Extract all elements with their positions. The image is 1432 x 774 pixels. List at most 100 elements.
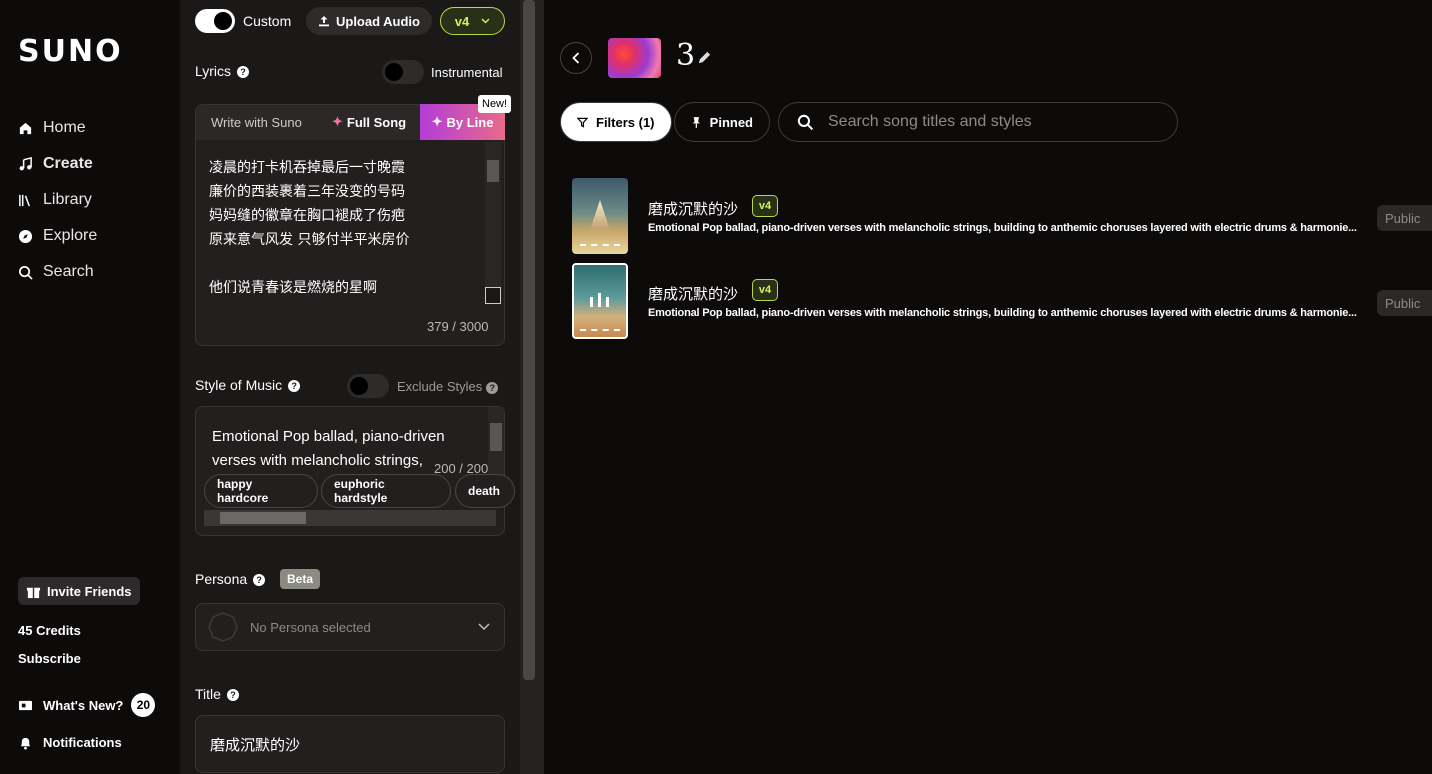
lyrics-textarea[interactable]: 凌晨的打卡机吞掉最后一寸晚霞 廉价的西装裹着三年没变的号码 妈妈缝的徽章在胸口褪…: [196, 142, 485, 304]
style-scroll-thumb[interactable]: [490, 423, 502, 451]
lyrics-scrollbar[interactable]: [485, 142, 501, 288]
style-label: Style of Music: [195, 377, 283, 393]
title-heading: Title?: [195, 686, 239, 702]
compass-icon: [18, 229, 33, 243]
version-badge: v4: [752, 195, 778, 217]
tags-hscrollbar[interactable]: [204, 510, 496, 526]
song-row[interactable]: 磨成沉默的沙 v4 Emotional Pop ballad, piano-dr…: [572, 263, 1432, 339]
instrumental-toggle-knob: [385, 63, 403, 81]
style-tag[interactable]: happy hardcore: [204, 474, 318, 508]
notifications-label: Notifications: [43, 735, 122, 750]
bell-icon: [20, 737, 31, 750]
new-badge: New!: [478, 95, 512, 113]
help-icon[interactable]: ?: [486, 381, 499, 394]
exclude-styles-label: Exclude Styles: [397, 379, 483, 394]
beta-badge: Beta: [280, 569, 321, 589]
help-icon[interactable]: ?: [288, 380, 301, 393]
nav-explore-label: Explore: [43, 227, 98, 244]
instrumental-toggle[interactable]: [382, 60, 424, 84]
help-icon[interactable]: ?: [253, 574, 266, 587]
invite-friends-label: Invite Friends: [47, 583, 132, 599]
pinned-label: Pinned: [709, 114, 753, 130]
version-badge: v4: [752, 279, 778, 301]
nav-search[interactable]: Search: [18, 260, 94, 284]
song-search-input[interactable]: Search song titles and styles: [778, 102, 1178, 142]
nav-library-label: Library: [43, 191, 92, 208]
upload-audio-button[interactable]: Upload Audio: [306, 7, 432, 35]
nav-create-label: Create: [43, 155, 93, 172]
workspace-cover-image: [608, 38, 661, 78]
pencil-icon[interactable]: [697, 50, 712, 65]
visibility-button[interactable]: Public: [1377, 205, 1432, 231]
song-title[interactable]: 磨成沉默的沙: [648, 198, 738, 219]
cover-art-bar: [580, 329, 620, 333]
back-button[interactable]: [560, 42, 592, 74]
song-cover-image[interactable]: [572, 178, 628, 254]
lyrics-scroll-thumb[interactable]: [487, 160, 499, 182]
panel-scrollbar[interactable]: [520, 0, 544, 774]
title-input[interactable]: 磨成沉默的沙: [195, 715, 505, 773]
lyrics-text: 凌晨的打卡机吞掉最后一寸晚霞 廉价的西装裹着三年没变的号码 妈妈缝的徽章在胸口褪…: [209, 160, 410, 296]
newspaper-icon: [19, 700, 32, 710]
nav-home[interactable]: Home: [18, 116, 86, 140]
instrumental-label: Instrumental: [431, 65, 503, 80]
invite-friends-button[interactable]: Invite Friends: [18, 577, 140, 605]
exclude-styles-toggle-knob: [350, 377, 368, 395]
pin-icon: [692, 116, 700, 128]
tab-write-with-suno[interactable]: Write with Suno: [211, 115, 302, 130]
whats-new-count-badge: 20: [131, 693, 156, 717]
filter-icon: [577, 117, 588, 128]
upload-audio-label: Upload Audio: [335, 13, 420, 29]
whats-new-label: What's New?: [43, 697, 124, 713]
panel-scroll-thumb[interactable]: [523, 0, 535, 680]
credits-count: 45 Credits: [18, 623, 81, 638]
chevron-left-icon: [572, 52, 580, 64]
custom-toggle[interactable]: [195, 9, 235, 33]
library-icon: [19, 194, 30, 206]
whats-new-button[interactable]: What's New? 20: [18, 693, 156, 717]
style-tag[interactable]: death: [455, 474, 515, 508]
lyrics-label: Lyrics: [195, 63, 232, 79]
model-select-value: v4: [454, 13, 470, 29]
search-icon: [797, 114, 814, 130]
tags-hscroll-thumb[interactable]: [220, 512, 306, 524]
exclude-styles-toggle[interactable]: [347, 374, 389, 398]
nav-create[interactable]: Create: [18, 152, 93, 176]
title-label: Title: [195, 686, 221, 702]
cover-art-shape: [590, 200, 610, 230]
sparkle-icon: ✦: [332, 114, 343, 129]
model-select[interactable]: v4: [440, 7, 505, 35]
filters-button[interactable]: Filters (1): [560, 102, 672, 142]
chevron-down-icon: [481, 18, 490, 24]
subscribe-link[interactable]: Subscribe: [18, 651, 81, 666]
title-input-value: 磨成沉默的沙: [210, 736, 301, 754]
help-icon[interactable]: ?: [226, 689, 239, 702]
nav-explore[interactable]: Explore: [18, 224, 97, 248]
song-style-description: Emotional Pop ballad, piano-driven verse…: [648, 307, 1357, 319]
resize-handle[interactable]: [485, 287, 501, 304]
tab-full-song[interactable]: ✦ Full Song: [332, 114, 406, 130]
style-tag[interactable]: euphoric hardstyle: [321, 474, 451, 508]
cover-art-shape: [598, 293, 601, 307]
exclude-styles-heading: Exclude Styles?: [397, 379, 499, 394]
help-icon[interactable]: ?: [237, 66, 250, 79]
pinned-button[interactable]: Pinned: [674, 102, 770, 142]
visibility-button[interactable]: Public: [1377, 290, 1432, 316]
custom-toggle-knob: [214, 12, 232, 30]
persona-placeholder: No Persona selected: [250, 619, 371, 635]
home-icon: [19, 122, 32, 134]
song-cover-image[interactable]: [572, 263, 628, 339]
custom-label: Custom: [243, 13, 292, 29]
persona-select[interactable]: No Persona selected: [195, 603, 505, 651]
notifications-button[interactable]: Notifications: [18, 735, 122, 750]
song-row[interactable]: 磨成沉默的沙 v4 Emotional Pop ballad, piano-dr…: [572, 178, 1432, 254]
persona-avatar-icon: [208, 612, 238, 642]
suno-logo[interactable]: SUNO: [18, 34, 123, 69]
nav-library[interactable]: Library: [18, 188, 92, 212]
sparkle-icon: ✦: [431, 114, 443, 129]
lyrics-char-count: 379 / 3000: [427, 319, 489, 334]
nav-search-label: Search: [43, 263, 94, 280]
persona-label: Persona: [195, 571, 248, 587]
chevron-down-icon: [478, 623, 490, 631]
song-title[interactable]: 磨成沉默的沙: [648, 283, 738, 304]
